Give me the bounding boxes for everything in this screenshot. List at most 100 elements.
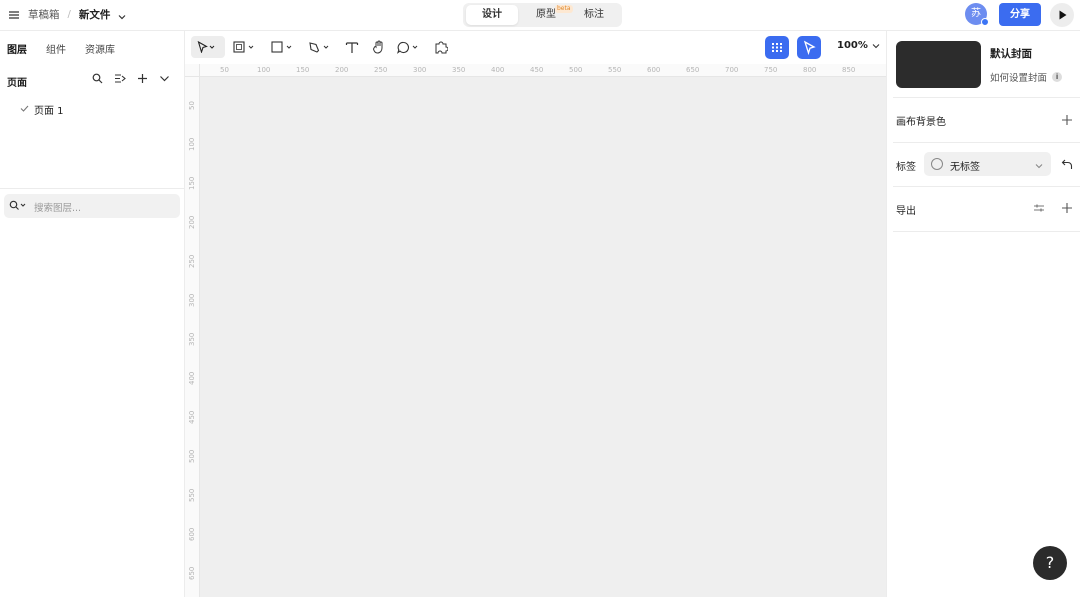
plugin-icon[interactable] xyxy=(434,36,448,58)
pen-tool-icon[interactable] xyxy=(308,36,334,58)
tab-design[interactable]: 设计 xyxy=(466,5,518,25)
tab-layers[interactable]: 图层 xyxy=(7,41,27,56)
move-tool-icon[interactable] xyxy=(191,36,225,58)
ruler-tick: 200 xyxy=(335,66,349,74)
mode-switcher: 设计 原型 标注 xyxy=(463,3,622,27)
share-button[interactable]: 分享 xyxy=(999,3,1041,26)
page-item-label: 页面 1 xyxy=(34,106,64,117)
ruler-tick: 100 xyxy=(188,137,196,151)
ruler-tick: 750 xyxy=(764,66,778,74)
search-icon[interactable] xyxy=(9,200,27,214)
play-button[interactable] xyxy=(1050,3,1074,27)
divider xyxy=(893,97,1080,98)
ruler-tick: 300 xyxy=(188,293,196,307)
zoom-level: 100% xyxy=(837,40,868,51)
prototype-cursor-button[interactable] xyxy=(797,36,821,59)
divider xyxy=(893,142,1080,143)
frame-tool-icon[interactable] xyxy=(233,36,259,58)
play-icon xyxy=(1059,10,1067,20)
pages-tools xyxy=(92,73,170,87)
ruler-tick: 550 xyxy=(188,488,196,502)
cover-thumbnail[interactable] xyxy=(896,41,981,88)
check-icon xyxy=(20,104,29,116)
ruler-tick: 50 xyxy=(188,101,196,110)
export-settings-icon[interactable] xyxy=(1033,202,1045,217)
ruler-tick: 150 xyxy=(296,66,310,74)
breadcrumb: 草稿箱 / 新文件 xyxy=(8,7,126,22)
horizontal-ruler: 50 100 150 200 250 300 350 400 450 500 5… xyxy=(200,64,886,77)
ruler-tick: 500 xyxy=(188,449,196,463)
ruler-tick: 450 xyxy=(530,66,544,74)
cover-help-link[interactable]: 如何设置封面 i xyxy=(990,70,1063,84)
ruler-tick: 650 xyxy=(188,566,196,580)
export-label: 导出 xyxy=(896,206,916,217)
ruler-tick: 550 xyxy=(608,66,622,74)
ruler-tick: 700 xyxy=(725,66,739,74)
tag-select[interactable]: 无标签 xyxy=(924,152,1051,176)
chevron-down-icon xyxy=(1035,160,1043,173)
ruler-corner xyxy=(185,64,200,77)
layer-search[interactable]: 搜索图层... xyxy=(4,194,180,218)
canvas-toolbar: 100% xyxy=(185,31,886,64)
cover-help-text: 如何设置封面 xyxy=(990,73,1048,84)
left-panel-tabs: 图层 组件 资源库 xyxy=(7,41,115,56)
tag-color-icon xyxy=(931,158,943,170)
ruler-tick: 200 xyxy=(188,215,196,229)
undo-icon[interactable] xyxy=(1061,158,1073,173)
ruler-tick: 250 xyxy=(374,66,388,74)
hamburger-icon[interactable] xyxy=(8,9,20,21)
pages-title: 页面 xyxy=(7,78,27,89)
hand-tool-icon[interactable] xyxy=(372,36,386,58)
ruler-tick: 350 xyxy=(452,66,466,74)
right-panel: 默认封面 如何设置封面 i 画布背景色 标签 无标签 导出 xyxy=(886,31,1080,597)
text-tool-icon[interactable] xyxy=(345,36,359,58)
add-page-icon[interactable] xyxy=(137,73,148,87)
add-export-icon[interactable] xyxy=(1061,202,1073,214)
ruler-tick: 600 xyxy=(647,66,661,74)
chevron-down-icon xyxy=(872,43,880,48)
ruler-tick: 350 xyxy=(188,332,196,346)
canvas[interactable] xyxy=(185,64,886,597)
ruler-tick: 150 xyxy=(188,176,196,190)
tab-annotate[interactable]: 标注 xyxy=(568,5,620,25)
ruler-tick: 300 xyxy=(413,66,427,74)
breadcrumb-drafts[interactable]: 草稿箱 xyxy=(28,7,60,22)
ruler-tick: 50 xyxy=(220,66,229,74)
rectangle-tool-icon[interactable] xyxy=(271,36,297,58)
ruler-tick: 500 xyxy=(569,66,583,74)
chevron-down-icon[interactable] xyxy=(159,73,170,87)
divider xyxy=(893,186,1080,187)
ruler-tick: 400 xyxy=(491,66,505,74)
grid-icon xyxy=(772,43,782,52)
chevron-down-icon[interactable] xyxy=(118,11,126,19)
search-input[interactable]: 搜索图层... xyxy=(34,200,81,214)
ruler-tick: 600 xyxy=(188,527,196,541)
tab-components[interactable]: 组件 xyxy=(46,41,66,56)
add-bg-color-icon[interactable] xyxy=(1061,114,1073,126)
zoom-control[interactable]: 100% xyxy=(837,40,880,51)
file-name[interactable]: 新文件 xyxy=(79,7,111,22)
top-bar: 草稿箱 / 新文件 设计 原型 标注 beta 苏 分享 xyxy=(0,0,1080,31)
search-icon[interactable] xyxy=(92,73,103,87)
ruler-tick: 850 xyxy=(842,66,856,74)
breadcrumb-separator: / xyxy=(67,9,71,20)
page-item[interactable]: 页面 1 xyxy=(20,102,64,117)
tag-label: 标签 xyxy=(896,162,916,173)
ruler-tick: 450 xyxy=(188,410,196,424)
cursor-icon xyxy=(803,40,816,56)
collapse-pages-icon[interactable] xyxy=(114,73,126,87)
canvas-bg-label: 画布背景色 xyxy=(896,117,946,128)
online-status-dot xyxy=(981,18,989,26)
ruler-tick: 100 xyxy=(257,66,271,74)
tab-assets[interactable]: 资源库 xyxy=(85,41,115,56)
vertical-ruler: 50 100 150 200 250 300 350 400 450 500 5… xyxy=(185,77,200,597)
grid-view-button[interactable] xyxy=(765,36,789,59)
ruler-tick: 800 xyxy=(803,66,817,74)
beta-badge: beta xyxy=(555,5,573,13)
help-button[interactable]: ? xyxy=(1033,546,1067,580)
info-icon: i xyxy=(1052,72,1063,82)
comment-tool-icon[interactable] xyxy=(397,36,423,58)
tag-value: 无标签 xyxy=(950,162,980,173)
divider xyxy=(0,188,185,189)
ruler-tick: 400 xyxy=(188,371,196,385)
